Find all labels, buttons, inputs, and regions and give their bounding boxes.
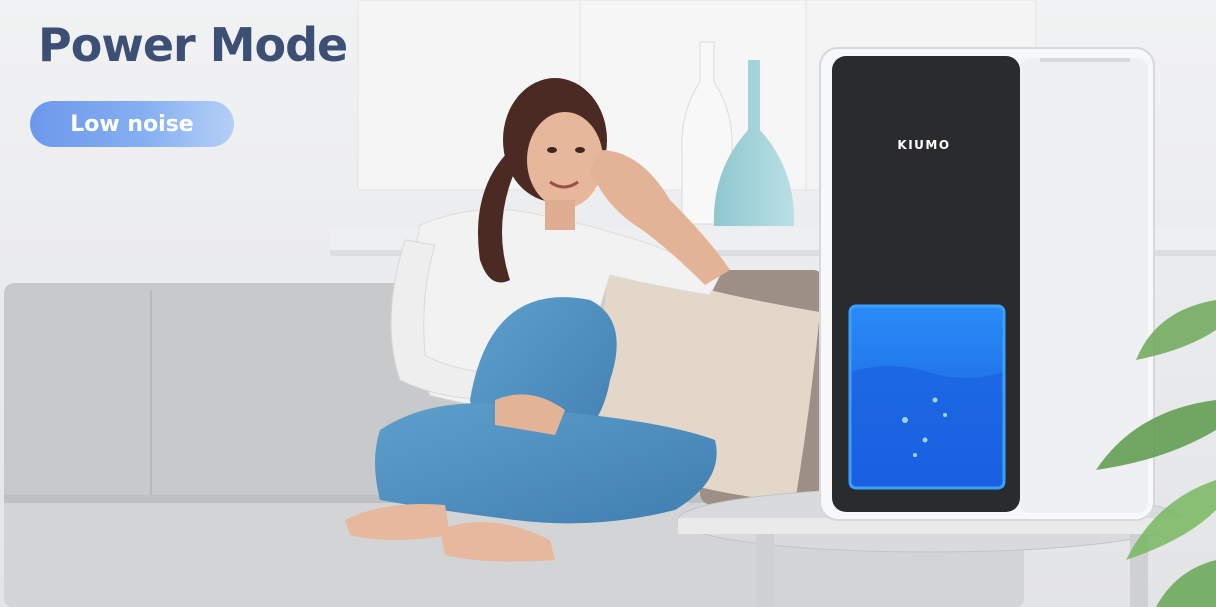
bubble [913, 453, 917, 457]
bubble [902, 417, 908, 423]
bubble [922, 437, 928, 443]
bubble [932, 397, 938, 403]
eye [575, 147, 585, 153]
side-table-leg [756, 534, 774, 607]
face [527, 112, 603, 208]
page-title: Power Mode [38, 18, 348, 72]
device-vent [1040, 58, 1130, 62]
eye [547, 147, 557, 153]
water-surface [850, 366, 1004, 488]
brand-logo: KIUMO [897, 138, 951, 152]
neck [545, 200, 575, 230]
sofa-back-seam [150, 290, 152, 495]
bubble [943, 413, 947, 417]
scene-illustration [0, 0, 1216, 607]
low-noise-badge[interactable]: Low noise [30, 101, 234, 147]
